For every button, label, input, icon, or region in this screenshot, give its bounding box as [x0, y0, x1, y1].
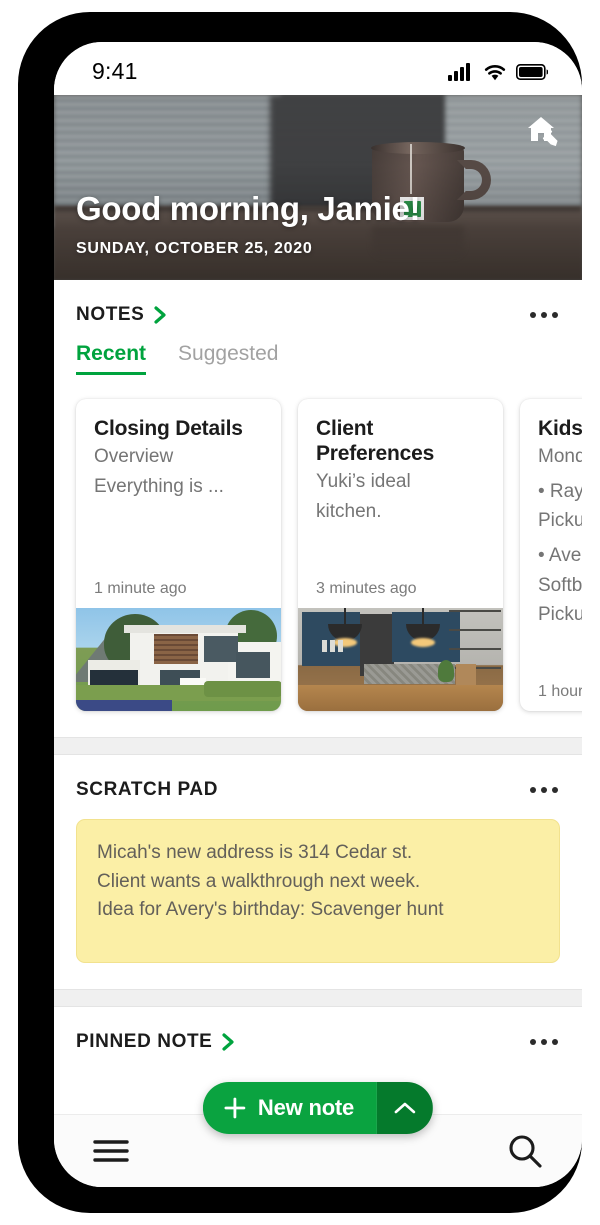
notes-section-header: NOTES [54, 280, 582, 326]
status-bar: 9:41 [54, 42, 582, 95]
note-card-timestamp: 1 hour [538, 683, 582, 700]
pinned-note-section: PINNED NOTE [54, 1007, 582, 1053]
note-card-body: Kids’ Mond • Ray - Pickup • Aver Softba … [520, 399, 582, 683]
note-card[interactable]: Closing Details Overview Everything is .… [76, 399, 281, 711]
note-card-line: Pickup [538, 604, 582, 626]
new-note-button[interactable]: New note [202, 1082, 378, 1134]
notes-section: NOTES Recent Suggested Closing Details O… [54, 280, 582, 737]
notes-card-rail[interactable]: Closing Details Overview Everything is .… [54, 375, 582, 737]
tab-suggested[interactable]: Suggested [178, 342, 278, 375]
notes-overflow-menu[interactable] [528, 306, 560, 324]
hamburger-menu-icon[interactable] [92, 1138, 130, 1164]
note-card-line: Mond [538, 446, 582, 468]
hero-text-block: Good morning, Jamie! SUNDAY, OCTOBER 25,… [76, 189, 421, 258]
scratch-pad-line: Idea for Avery's birthday: Scavenger hun… [97, 899, 444, 920]
note-card-title: Closing Details [94, 417, 243, 440]
chevron-right-icon[interactable] [222, 1033, 235, 1051]
note-card[interactable]: Kids’ Mond • Ray - Pickup • Aver Softba … [520, 399, 582, 711]
scratch-pad-section: SCRATCH PAD Micah's new address is 314 C… [54, 755, 582, 989]
pinned-note-header: PINNED NOTE [54, 1007, 582, 1053]
pinned-note-title-link[interactable]: PINNED NOTE [76, 1031, 235, 1053]
search-icon[interactable] [506, 1132, 544, 1170]
status-bar-icons [448, 62, 548, 81]
note-card-body: Client Preferences Yuki’s ideal kitchen. [298, 399, 503, 580]
new-note-label: New note [257, 1095, 355, 1120]
note-card-timestamp: 3 minutes ago [316, 580, 417, 597]
notes-section-title: NOTES [76, 304, 145, 325]
section-divider-band [54, 989, 582, 1007]
pinned-note-overflow-menu[interactable] [528, 1033, 560, 1051]
greeting-title: Good morning, Jamie! [76, 189, 421, 227]
note-card-line: Softba [538, 574, 582, 596]
battery-icon [516, 63, 548, 80]
scratch-pad-header: SCRATCH PAD [54, 755, 582, 801]
note-card-timestamp: 1 minute ago [94, 580, 187, 597]
cellular-signal-icon [448, 62, 470, 81]
note-card-thumbnail [298, 608, 503, 711]
note-card-line: Everything is ... [94, 475, 224, 497]
note-card-line: • Aver [538, 544, 582, 566]
plus-icon [224, 1097, 246, 1119]
chevron-right-icon[interactable] [154, 306, 167, 324]
note-card-line: Pickup [538, 510, 582, 532]
note-card-line: Overview [94, 446, 174, 468]
note-card-line: Yuki’s ideal [316, 471, 411, 493]
note-card-line: kitchen. [316, 500, 382, 522]
scratch-pad-title: SCRATCH PAD [76, 779, 219, 800]
note-card-line: • Ray - [538, 480, 582, 502]
hero-date: SUNDAY, OCTOBER 25, 2020 [76, 240, 313, 257]
note-card-title: Kids’ [538, 417, 582, 440]
phone-frame: 9:41 Good morning, Jamie! SUNDAY, OCTOBE… [18, 12, 582, 1213]
scratch-pad-line: Micah's new address is 314 Cedar st. [97, 842, 413, 863]
status-bar-time: 9:41 [92, 58, 138, 84]
hero-banner: Good morning, Jamie! SUNDAY, OCTOBER 25,… [54, 95, 582, 280]
phone-screen: 9:41 Good morning, Jamie! SUNDAY, OCTOBE… [54, 42, 582, 1187]
tab-recent[interactable]: Recent [76, 342, 147, 375]
wifi-icon [484, 64, 506, 80]
note-card-body: Closing Details Overview Everything is .… [76, 399, 281, 580]
new-note-fab[interactable]: New note [202, 1082, 434, 1134]
pinned-note-title: PINNED NOTE [76, 1031, 213, 1052]
section-divider-band [54, 737, 582, 755]
home-edit-icon[interactable] [524, 113, 560, 147]
notes-title-link[interactable]: NOTES [76, 304, 167, 326]
scratch-pad-overflow-menu[interactable] [528, 781, 560, 799]
note-card[interactable]: Client Preferences Yuki’s ideal kitchen.… [298, 399, 503, 711]
chevron-up-icon [394, 1102, 416, 1114]
new-note-expand-button[interactable] [377, 1082, 434, 1134]
scratch-pad-note[interactable]: Micah's new address is 314 Cedar st. Cli… [76, 819, 560, 963]
notes-tabs: Recent Suggested [54, 326, 582, 375]
note-card-title: Client Preferences [316, 417, 435, 466]
note-card-thumbnail [76, 608, 281, 711]
scratch-pad-line: Client wants a walkthrough next week. [97, 870, 421, 892]
